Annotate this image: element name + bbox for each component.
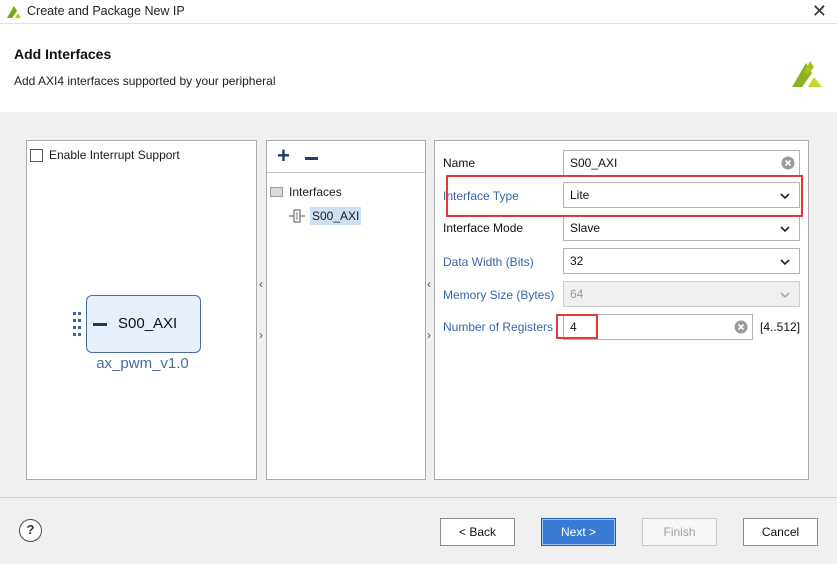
interface-type-select[interactable]: Lite xyxy=(563,182,800,208)
tree-item-label: S00_AXI xyxy=(310,207,362,225)
collapse-icon[interactable] xyxy=(93,323,107,326)
remove-icon[interactable] xyxy=(305,157,318,160)
data-width-label: Data Width (Bits) xyxy=(443,255,534,269)
folder-icon xyxy=(270,187,283,197)
tree-root-label: Interfaces xyxy=(289,185,342,199)
xilinx-logo-icon xyxy=(7,6,21,18)
chevron-down-icon xyxy=(780,226,790,233)
cancel-button[interactable]: Cancel xyxy=(743,518,818,546)
memory-size-label: Memory Size (Bytes) xyxy=(443,288,555,302)
name-value: S00_AXI xyxy=(570,156,618,170)
interface-mode-label: Interface Mode xyxy=(443,221,524,235)
xilinx-logo-icon xyxy=(792,61,822,87)
finish-button: Finish xyxy=(642,518,717,546)
expand-right-arrow[interactable]: › xyxy=(259,328,263,342)
add-icon[interactable]: + xyxy=(277,145,290,167)
num-registers-label: Number of Registers xyxy=(443,320,554,334)
ip-preview-panel: Enable Interrupt Support S00_AXI ax_pwm_… xyxy=(26,140,257,480)
ip-block[interactable]: S00_AXI xyxy=(86,295,201,353)
num-registers-value: 4 xyxy=(570,320,577,334)
chevron-down-icon xyxy=(780,292,790,299)
tree-root-interfaces[interactable]: Interfaces xyxy=(270,185,342,199)
name-label: Name xyxy=(443,156,476,170)
interfaces-tree-panel: + Interfaces S00_AXI xyxy=(266,140,426,480)
tree-toolbar: + xyxy=(267,141,425,173)
ip-block-interface-label: S00_AXI xyxy=(118,315,178,332)
num-registers-range: [4..512] xyxy=(760,320,801,334)
window-title: Create and Package New IP xyxy=(27,4,185,18)
interface-type-value: Lite xyxy=(570,188,590,202)
grip-icon xyxy=(73,312,81,336)
next-button[interactable]: Next > xyxy=(541,518,616,546)
interface-mode-select[interactable]: Slave xyxy=(563,215,800,241)
footer-separator xyxy=(0,497,837,498)
memory-size-value: 64 xyxy=(570,287,584,301)
page-subtitle: Add AXI4 interfaces supported by your pe… xyxy=(14,74,276,88)
wizard-header: Add Interfaces Add AXI4 interfaces suppo… xyxy=(0,24,837,112)
memory-size-select: 64 xyxy=(563,281,800,307)
expand-right-arrow-2[interactable]: › xyxy=(427,328,431,342)
close-icon[interactable]: ✕ xyxy=(812,1,827,21)
ip-name: ax_pwm_v1.0 xyxy=(96,355,189,372)
num-registers-field[interactable]: 4 xyxy=(563,314,753,340)
chevron-down-icon xyxy=(780,259,790,266)
page-title: Add Interfaces xyxy=(14,46,112,62)
interface-icon xyxy=(289,209,305,223)
interface-type-label: Interface Type xyxy=(443,189,519,203)
data-width-select[interactable]: 32 xyxy=(563,248,800,274)
clear-icon[interactable] xyxy=(734,320,748,334)
interface-mode-value: Slave xyxy=(570,221,601,235)
help-icon[interactable]: ? xyxy=(19,519,42,542)
interrupt-checkbox[interactable] xyxy=(30,148,43,162)
tree-item-s00-axi[interactable]: S00_AXI xyxy=(289,207,362,225)
chevron-down-icon xyxy=(780,193,790,200)
back-button[interactable]: < Back xyxy=(440,518,515,546)
name-field[interactable]: S00_AXI xyxy=(563,150,800,176)
collapse-left-arrow[interactable]: ‹ xyxy=(259,277,263,291)
interrupt-checkbox-label: Enable Interrupt Support xyxy=(49,148,180,162)
clear-icon[interactable] xyxy=(781,156,795,170)
title-bar: Create and Package New IP ✕ xyxy=(0,0,837,24)
collapse-left-arrow-2[interactable]: ‹ xyxy=(427,277,431,291)
interrupt-checkbox-row[interactable]: Enable Interrupt Support xyxy=(30,148,180,162)
data-width-value: 32 xyxy=(570,254,584,268)
